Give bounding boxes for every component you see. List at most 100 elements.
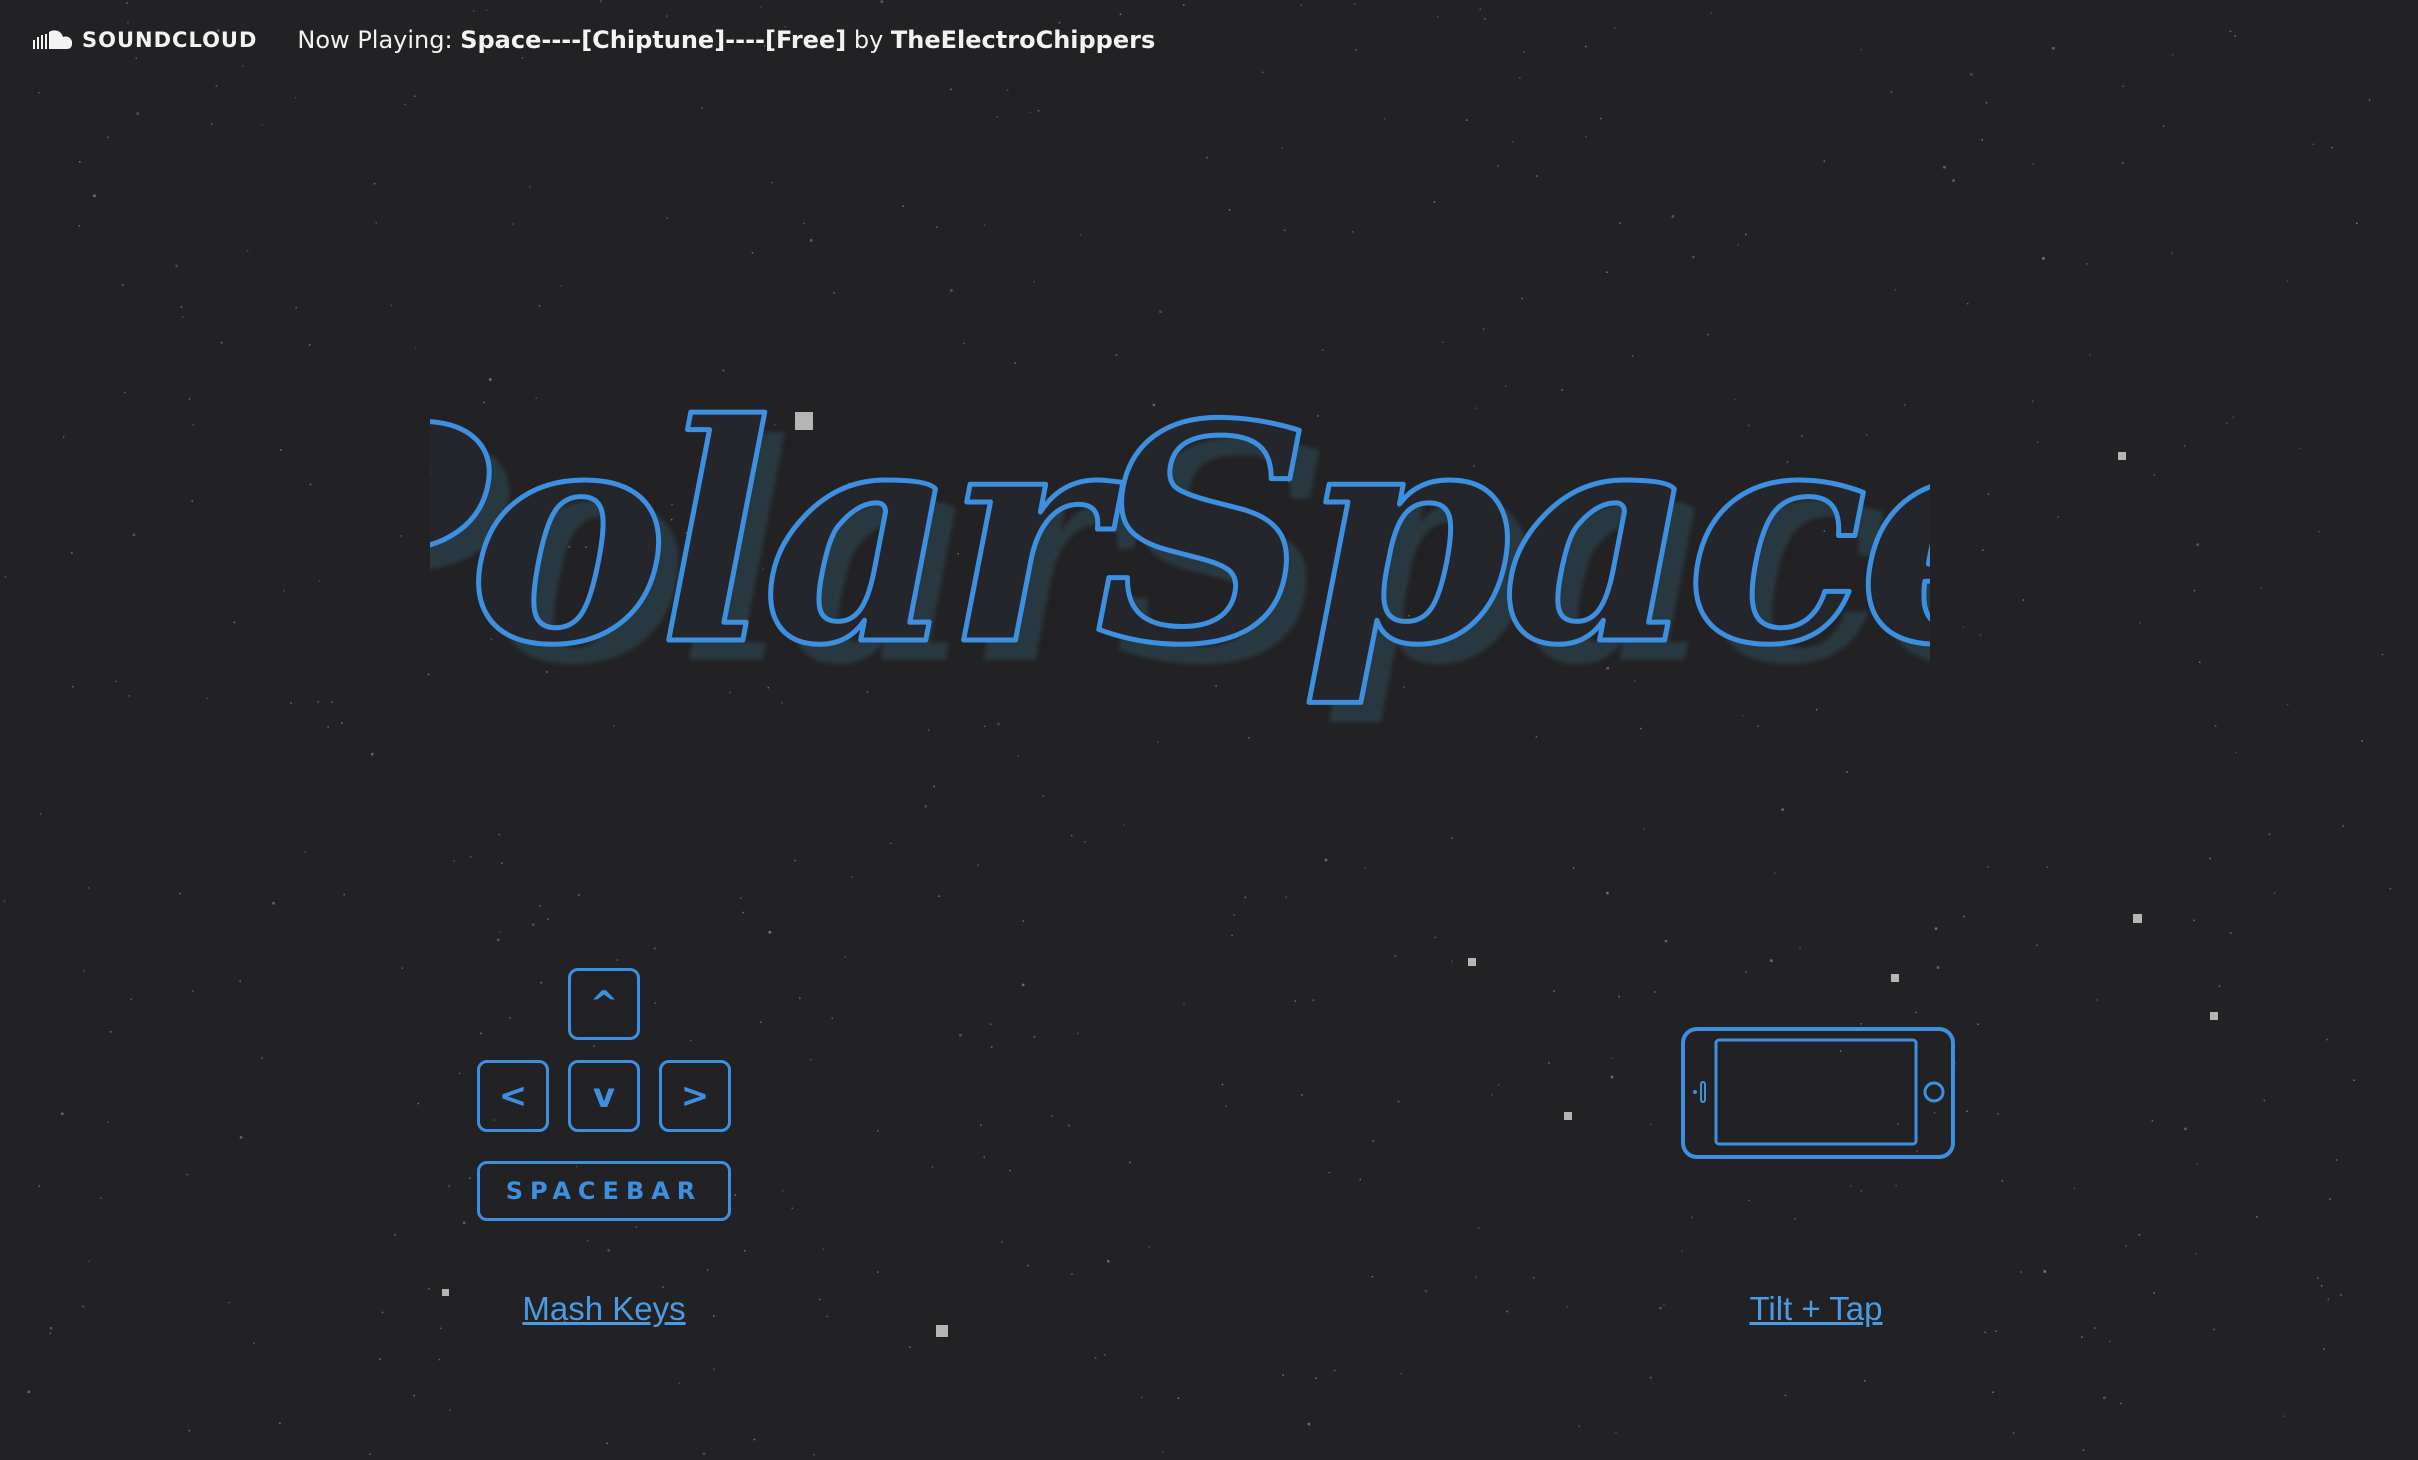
phone-landscape-icon[interactable] <box>1680 1026 1956 1160</box>
star <box>1654 991 1656 993</box>
left-arrow-key[interactable]: < <box>477 1060 549 1132</box>
star <box>1021 983 1025 987</box>
artist-link[interactable]: TheElectroChippers <box>891 26 1155 54</box>
star <box>2109 1340 2111 1343</box>
star <box>1982 549 1984 551</box>
star <box>593 1045 595 1047</box>
star <box>469 1177 471 1179</box>
star <box>381 1311 384 1314</box>
star <box>242 65 244 67</box>
now-playing-prefix: Now Playing: <box>297 26 461 54</box>
star <box>132 533 136 537</box>
star <box>394 1234 396 1236</box>
star <box>414 347 417 350</box>
star <box>1437 16 1439 18</box>
star <box>2120 1402 2122 1405</box>
star <box>1536 175 1538 177</box>
star <box>586 1240 589 1242</box>
down-arrow-key[interactable]: v <box>568 1060 640 1132</box>
star <box>532 923 535 926</box>
star <box>1027 1264 1029 1267</box>
spacebar-key[interactable]: SPACEBAR <box>477 1161 731 1221</box>
star <box>1221 1083 1224 1086</box>
star <box>1659 1306 1662 1310</box>
star <box>2263 1099 2266 1102</box>
star <box>308 344 311 346</box>
star <box>877 1271 879 1273</box>
star <box>1394 955 1397 957</box>
star <box>753 1438 756 1441</box>
star <box>1966 302 1969 305</box>
star <box>2213 1328 2215 1331</box>
star <box>2171 54 2174 56</box>
star <box>1483 18 1486 20</box>
star <box>2036 944 2038 946</box>
star <box>1650 1123 1652 1126</box>
star <box>2195 1252 2197 1255</box>
star <box>1987 866 1989 868</box>
star <box>88 1260 90 1263</box>
star <box>1691 1216 1693 1219</box>
star <box>1479 8 1481 10</box>
star <box>1353 3 1356 5</box>
star <box>1282 1374 1284 1376</box>
star <box>49 1327 53 1330</box>
star <box>83 970 85 972</box>
star <box>1934 927 1938 930</box>
star <box>188 398 191 400</box>
star <box>2226 422 2228 424</box>
star <box>1477 1227 1480 1229</box>
right-arrow-key[interactable]: > <box>659 1060 731 1132</box>
star <box>2036 441 2039 443</box>
now-playing-text: Now Playing: Space----[Chiptune]----[Fre… <box>297 26 1155 54</box>
star <box>844 956 846 958</box>
star <box>1992 1391 1994 1393</box>
star <box>1895 1185 1897 1187</box>
tilt-tap-link[interactable]: Tilt + Tap <box>1716 1290 1916 1328</box>
star <box>1936 966 1940 969</box>
star <box>1681 1250 1683 1252</box>
star <box>1029 111 1032 114</box>
star <box>662 1286 664 1288</box>
mash-keys-link[interactable]: Mash Keys <box>504 1290 704 1328</box>
star <box>180 306 183 308</box>
star <box>2342 825 2344 827</box>
soundcloud-logo[interactable]: SOUNDCLOUD <box>32 28 257 52</box>
star <box>540 982 542 984</box>
star <box>413 1394 415 1397</box>
star <box>246 249 249 252</box>
star <box>136 112 139 115</box>
star <box>294 96 297 99</box>
star <box>1071 1273 1073 1275</box>
star <box>2020 1271 2022 1273</box>
star <box>2196 1163 2198 1165</box>
star <box>438 1358 440 1361</box>
bright-star <box>2210 1012 2218 1020</box>
star <box>1177 1397 1180 1399</box>
bright-star <box>2118 452 2126 460</box>
star <box>980 1124 982 1126</box>
up-arrow-key[interactable]: ^ <box>568 968 640 1040</box>
star <box>38 1185 40 1187</box>
track-title-link[interactable]: Space----[Chiptune]----[Free] <box>460 26 846 54</box>
star <box>959 1034 962 1037</box>
star <box>799 997 801 1000</box>
star <box>2096 999 2098 1001</box>
star <box>1962 626 1965 628</box>
star <box>2323 1348 2325 1350</box>
star <box>1970 73 1973 76</box>
star <box>379 1358 381 1360</box>
star <box>1799 947 1801 950</box>
star <box>2329 1198 2331 1200</box>
star <box>472 10 475 12</box>
star <box>1312 999 1315 1001</box>
star <box>2103 1396 2106 1400</box>
star <box>2089 354 2091 356</box>
star <box>2153 474 2156 476</box>
star <box>1611 1057 1614 1059</box>
star <box>1649 1376 1652 1379</box>
star <box>1077 1032 1079 1035</box>
star <box>2086 263 2088 265</box>
star <box>1860 48 1862 51</box>
star <box>331 701 333 703</box>
